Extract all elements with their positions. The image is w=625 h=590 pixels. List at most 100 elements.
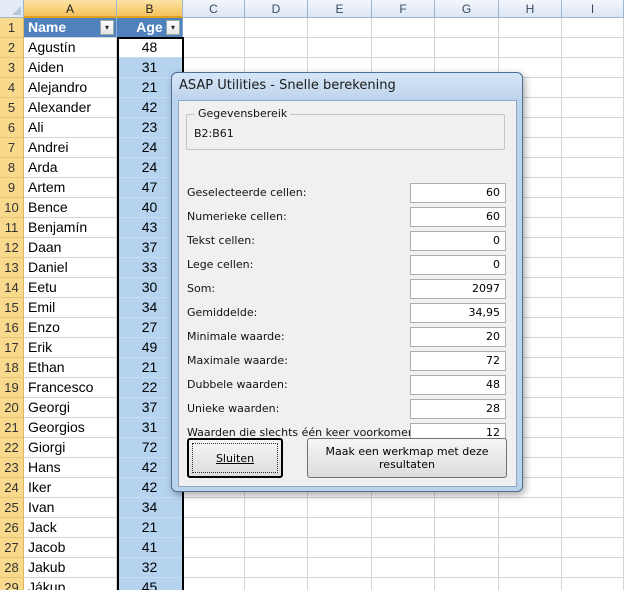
empty-cell[interactable] bbox=[435, 538, 499, 558]
name-cell[interactable]: Daan bbox=[24, 238, 117, 258]
stat-value-field[interactable]: 0 bbox=[410, 231, 506, 251]
row-header[interactable]: 24 bbox=[0, 478, 24, 498]
empty-cell[interactable] bbox=[308, 38, 372, 58]
name-cell[interactable]: Hans bbox=[24, 458, 117, 478]
age-cell[interactable]: 32 bbox=[117, 558, 183, 578]
empty-cell[interactable] bbox=[499, 18, 562, 38]
empty-cell[interactable] bbox=[245, 578, 308, 590]
row-header[interactable]: 21 bbox=[0, 418, 24, 438]
empty-cell[interactable] bbox=[562, 318, 624, 338]
row-header[interactable]: 25 bbox=[0, 498, 24, 518]
empty-cell[interactable] bbox=[562, 338, 624, 358]
select-all-corner[interactable] bbox=[0, 0, 24, 18]
empty-cell[interactable] bbox=[245, 558, 308, 578]
empty-cell[interactable] bbox=[435, 18, 499, 38]
name-cell[interactable]: Aiden bbox=[24, 58, 117, 78]
row-header[interactable]: 1 bbox=[0, 18, 24, 38]
row-header[interactable]: 14 bbox=[0, 278, 24, 298]
name-cell[interactable]: Agustín bbox=[24, 38, 117, 58]
name-cell[interactable]: Andrei bbox=[24, 138, 117, 158]
empty-cell[interactable] bbox=[245, 518, 308, 538]
stat-value-field[interactable]: 60 bbox=[410, 207, 506, 227]
empty-cell[interactable] bbox=[183, 498, 245, 518]
empty-cell[interactable] bbox=[183, 18, 245, 38]
row-header[interactable]: 6 bbox=[0, 118, 24, 138]
empty-cell[interactable] bbox=[499, 518, 562, 538]
row-header[interactable]: 12 bbox=[0, 238, 24, 258]
column-header-d[interactable]: D bbox=[245, 0, 308, 18]
empty-cell[interactable] bbox=[562, 298, 624, 318]
empty-cell[interactable] bbox=[372, 558, 435, 578]
row-header[interactable]: 10 bbox=[0, 198, 24, 218]
name-cell[interactable]: Iker bbox=[24, 478, 117, 498]
row-header[interactable]: 9 bbox=[0, 178, 24, 198]
name-filter-button[interactable]: ▾ bbox=[100, 20, 114, 35]
name-cell[interactable]: Jákup bbox=[24, 578, 117, 590]
row-header[interactable]: 4 bbox=[0, 78, 24, 98]
name-cell[interactable]: Jacob bbox=[24, 538, 117, 558]
row-header[interactable]: 19 bbox=[0, 378, 24, 398]
empty-cell[interactable] bbox=[372, 498, 435, 518]
empty-cell[interactable] bbox=[562, 58, 624, 78]
name-cell[interactable]: Alexander bbox=[24, 98, 117, 118]
row-header[interactable]: 3 bbox=[0, 58, 24, 78]
empty-cell[interactable] bbox=[562, 38, 624, 58]
row-header[interactable]: 16 bbox=[0, 318, 24, 338]
empty-cell[interactable] bbox=[499, 558, 562, 578]
empty-cell[interactable] bbox=[562, 158, 624, 178]
empty-cell[interactable] bbox=[308, 538, 372, 558]
row-header[interactable]: 27 bbox=[0, 538, 24, 558]
name-cell[interactable]: Erik bbox=[24, 338, 117, 358]
column-header-b[interactable]: B bbox=[117, 0, 183, 18]
empty-cell[interactable] bbox=[562, 238, 624, 258]
empty-cell[interactable] bbox=[562, 418, 624, 438]
empty-cell[interactable] bbox=[562, 578, 624, 590]
stat-value-field[interactable]: 72 bbox=[410, 351, 506, 371]
empty-cell[interactable] bbox=[562, 198, 624, 218]
row-header[interactable]: 18 bbox=[0, 358, 24, 378]
empty-cell[interactable] bbox=[562, 138, 624, 158]
empty-cell[interactable] bbox=[562, 558, 624, 578]
row-header[interactable]: 22 bbox=[0, 438, 24, 458]
name-cell[interactable]: Giorgi bbox=[24, 438, 117, 458]
name-cell[interactable]: Ali bbox=[24, 118, 117, 138]
name-cell[interactable]: Eetu bbox=[24, 278, 117, 298]
empty-cell[interactable] bbox=[245, 38, 308, 58]
empty-cell[interactable] bbox=[562, 258, 624, 278]
empty-cell[interactable] bbox=[562, 478, 624, 498]
column-header-a[interactable]: A bbox=[24, 0, 117, 18]
empty-cell[interactable] bbox=[562, 218, 624, 238]
empty-cell[interactable] bbox=[372, 518, 435, 538]
age-cell[interactable]: 41 bbox=[117, 538, 183, 558]
stat-value-field[interactable]: 0 bbox=[410, 255, 506, 275]
row-header[interactable]: 2 bbox=[0, 38, 24, 58]
empty-cell[interactable] bbox=[499, 578, 562, 590]
name-cell[interactable]: Daniel bbox=[24, 258, 117, 278]
empty-cell[interactable] bbox=[308, 578, 372, 590]
name-cell[interactable]: Alejandro bbox=[24, 78, 117, 98]
stat-value-field[interactable]: 20 bbox=[410, 327, 506, 347]
empty-cell[interactable] bbox=[499, 538, 562, 558]
row-header[interactable]: 20 bbox=[0, 398, 24, 418]
create-workbook-button[interactable]: Maak een werkmap met deze resultaten bbox=[307, 438, 507, 478]
empty-cell[interactable] bbox=[183, 558, 245, 578]
empty-cell[interactable] bbox=[562, 18, 624, 38]
empty-cell[interactable] bbox=[435, 518, 499, 538]
empty-cell[interactable] bbox=[308, 18, 372, 38]
empty-cell[interactable] bbox=[372, 538, 435, 558]
empty-cell[interactable] bbox=[245, 538, 308, 558]
name-cell[interactable]: Georgi bbox=[24, 398, 117, 418]
name-cell[interactable]: Arda bbox=[24, 158, 117, 178]
name-cell[interactable]: Jakub bbox=[24, 558, 117, 578]
empty-cell[interactable] bbox=[245, 498, 308, 518]
row-header[interactable]: 13 bbox=[0, 258, 24, 278]
empty-cell[interactable] bbox=[435, 38, 499, 58]
name-cell[interactable]: Francesco bbox=[24, 378, 117, 398]
name-cell[interactable]: Emil bbox=[24, 298, 117, 318]
dialog-title[interactable]: ASAP Utilities - Snelle berekening bbox=[172, 73, 522, 99]
empty-cell[interactable] bbox=[562, 518, 624, 538]
row-header[interactable]: 7 bbox=[0, 138, 24, 158]
age-cell[interactable]: 48 bbox=[117, 38, 183, 58]
empty-cell[interactable] bbox=[562, 78, 624, 98]
row-header[interactable]: 5 bbox=[0, 98, 24, 118]
